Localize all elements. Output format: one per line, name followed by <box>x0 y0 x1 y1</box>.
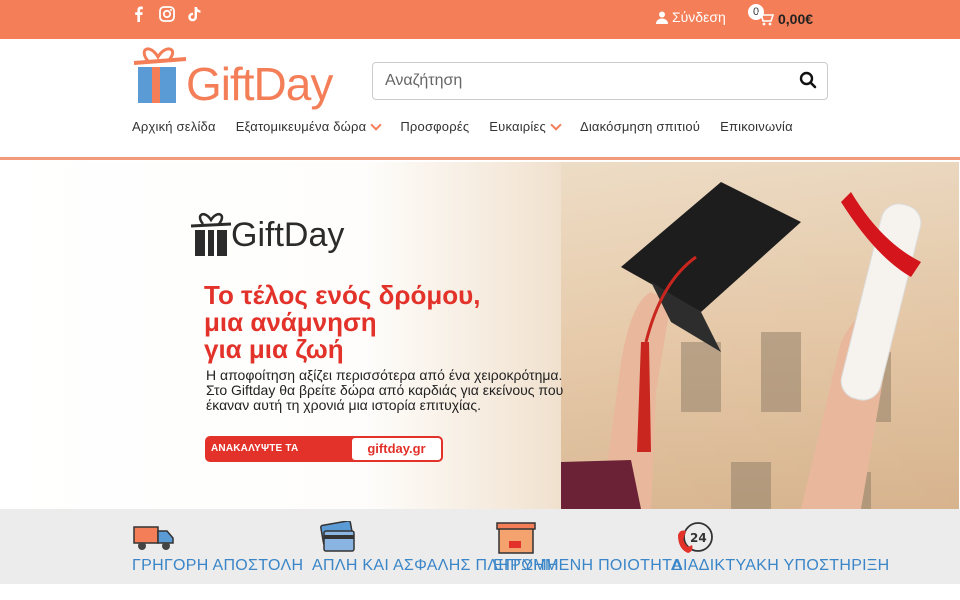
search-box <box>372 62 828 100</box>
hero-title-line: μια ανάμνηση <box>204 307 377 337</box>
nav-item-home-decor[interactable]: Διακόσμηση σπιτιού <box>580 119 700 134</box>
tiktok-icon[interactable] <box>186 5 204 23</box>
nav-item-offers[interactable]: Προσφορές <box>400 119 469 134</box>
login-label: Σύνδεση <box>672 9 726 25</box>
graduation-cap-illustration <box>561 182 922 509</box>
nav-item-home[interactable]: Αρχική σελίδα <box>132 119 216 134</box>
site-logo[interactable]: GiftDay <box>130 43 350 110</box>
search-icon <box>799 71 817 89</box>
nav-item-label: Εξατομικευμένα δώρα <box>235 119 367 134</box>
features-strip: ΓΡΗΓΟΡΗ ΑΠΟΣΤΟΛΗ ΑΠΛΗ ΚΑΙ ΑΣΦΑΛΗΣ ΠΛΗΡΩΜ… <box>0 509 960 584</box>
hero-title-line: Το τέλος ενός δρόμου, <box>204 280 481 310</box>
feature-label: ΔΙΑΔΙΚΤΥΑΚΗ ΥΠΟΣΤΗΡΙΞΗ <box>672 557 890 574</box>
hero-body-line: Η αποφοίτηση αξίζει περισσότερα από ένα … <box>206 367 563 383</box>
shopping-cart-icon <box>758 12 775 31</box>
box-icon <box>496 522 536 554</box>
nav-item-label: Αρχική σελίδα <box>132 119 216 134</box>
login-link[interactable]: Σύνδεση <box>656 9 726 25</box>
discover-products-button[interactable]: ΑΝΑΚΑΛΥΨΤΕ ΤΑ ΠΡΟΪΟΝΤΑ giftday.gr <box>205 436 443 462</box>
chevron-down-icon <box>550 118 562 131</box>
support-24-icon: 24 <box>678 522 713 553</box>
top-bar: Σύνδεση 0 0,00€ <box>0 0 960 39</box>
hero-body-line: Στο Giftday θα βρείτε δώρα από καρδιάς γ… <box>206 382 564 398</box>
nav-item-label: Διακόσμηση σπιτιού <box>579 119 701 134</box>
logo-text: GiftDay <box>186 58 333 110</box>
nav-item-label: Προσφορές <box>400 119 470 134</box>
search-input[interactable] <box>373 63 793 99</box>
credit-card-icon <box>320 521 355 552</box>
hero-title-line: για μια ζωή <box>204 334 344 364</box>
facebook-icon[interactable] <box>130 5 148 23</box>
feature-online-support: 24 ΔΙΑΔΙΚΤΥΑΚΗ ΥΠΟΣΤΗΡΙΞΗ <box>672 509 912 584</box>
hero-body-line: έκαναν αυτή τη χρονιά μια ιστορία επιτυχ… <box>206 397 481 413</box>
chevron-down-icon <box>370 118 382 131</box>
main-nav: Αρχική σελίδα Εξατομικευμένα δώρα Προσφο… <box>132 118 793 134</box>
cart-total: 0,00€ <box>778 11 814 27</box>
hero-banner[interactable]: GiftDay Το τέλος ενός δρόμου, μια ανάμνη… <box>1 162 959 509</box>
hero-title: Το τέλος ενός δρόμου, μια ανάμνηση για μ… <box>204 282 564 363</box>
search-button[interactable] <box>799 71 819 91</box>
gift-logo-icon <box>190 212 232 256</box>
svg-text:24: 24 <box>690 531 707 545</box>
feature-label: ΕΓΓΥΗΜΕΝΗ ΠΟΙΟΤΗΤΑ <box>493 557 682 574</box>
nav-item-contact[interactable]: Επικοινωνία <box>720 119 793 134</box>
user-icon <box>656 11 668 24</box>
nav-item-label: Επικοινωνία <box>720 119 793 134</box>
hero-logo-text: GiftDay <box>231 216 345 254</box>
truck-icon <box>133 526 174 550</box>
feature-fast-shipping: ΓΡΗΓΟΡΗ ΑΠΟΣΤΟΛΗ <box>132 509 312 584</box>
hero-description: Η αποφοίτηση αξίζει περισσότερα από ένα … <box>206 368 606 413</box>
nav-item-personalized-gifts[interactable]: Εξατομικευμένα δώρα <box>235 118 382 134</box>
cta-domain: giftday.gr <box>352 438 441 460</box>
cart-button[interactable]: 0 0,00€ <box>748 4 838 34</box>
nav-item-label: Ευκαιρίες <box>489 119 546 134</box>
cta-label: ΑΝΑΚΑΛΥΨΤΕ ΤΑ ΠΡΟΪΟΝΤΑ <box>211 443 299 454</box>
social-links <box>130 5 204 23</box>
site-header: GiftDay Αρχική σελίδα Εξατομικευμένα δώρ… <box>0 39 960 160</box>
gift-logo-icon <box>133 47 187 103</box>
feature-label: ΓΡΗΓΟΡΗ ΑΠΟΣΤΟΛΗ <box>132 557 304 574</box>
nav-item-occasions[interactable]: Ευκαιρίες <box>489 118 562 134</box>
hero-logo: GiftDay <box>189 210 359 260</box>
feature-guaranteed-quality: ΕΓΓΥΗΜΕΝΗ ΠΟΙΟΤΗΤΑ <box>493 509 682 584</box>
instagram-icon[interactable] <box>158 5 176 23</box>
